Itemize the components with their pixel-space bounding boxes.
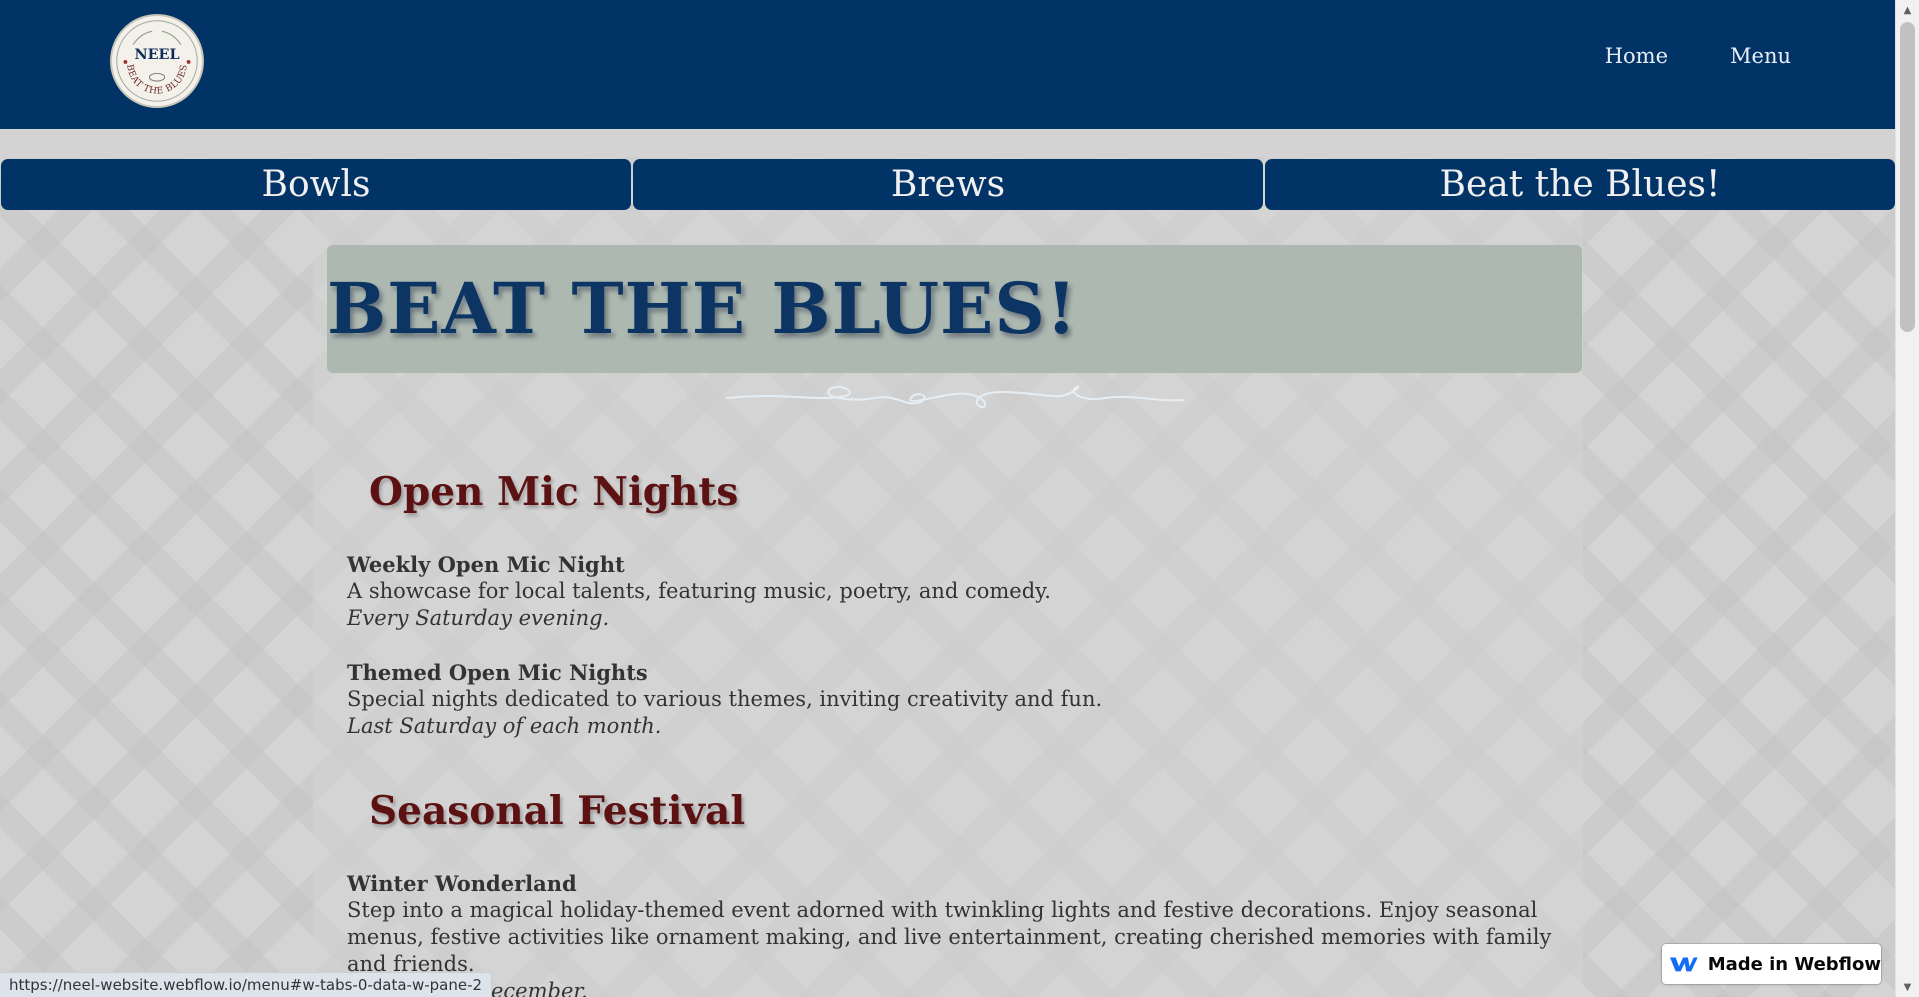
main-nav: Home Menu xyxy=(1605,44,1791,68)
tab-brews[interactable]: Brews xyxy=(633,159,1263,210)
vertical-scrollbar[interactable]: ▲ ▼ xyxy=(1895,0,1919,997)
scrollbar-thumb[interactable] xyxy=(1900,22,1915,332)
menu-tabs: Bowls Brews Beat the Blues! xyxy=(1,159,1895,210)
event-themed-open-mic: Themed Open Mic Nights Special nights de… xyxy=(347,659,1577,740)
event-schedule: Annually in December. xyxy=(347,979,588,997)
tab-beat-the-blues[interactable]: Beat the Blues! xyxy=(1265,159,1895,210)
event-schedule: Every Saturday evening. xyxy=(347,606,610,630)
event-title: Winter Wonderland xyxy=(347,871,577,896)
event-weekly-open-mic: Weekly Open Mic Night A showcase for loc… xyxy=(347,551,1577,632)
nav-link-home[interactable]: Home xyxy=(1605,44,1668,68)
header-spacer xyxy=(0,129,1895,158)
status-bar-url: https://neel-website.webflow.io/menu#w-t… xyxy=(0,972,493,997)
event-winter-wonderland: Winter Wonderland Step into a magical ho… xyxy=(347,870,1567,997)
site-header: NEEL BEAT THE BLUES Home Menu xyxy=(0,0,1895,129)
section-title-open-mic: Open Mic Nights xyxy=(369,469,739,515)
page-title: BEAT THE BLUES! xyxy=(327,267,1078,350)
webflow-logo-icon xyxy=(1670,957,1698,972)
event-title: Weekly Open Mic Night xyxy=(347,552,625,577)
page: NEEL BEAT THE BLUES Home Menu Bowls Brew… xyxy=(0,0,1895,997)
event-description: A showcase for local talents, featuring … xyxy=(347,579,1051,603)
made-in-webflow-badge[interactable]: Made in Webflow xyxy=(1662,944,1881,984)
logo-emblem: NEEL BEAT THE BLUES xyxy=(116,20,198,102)
event-description: Special nights dedicated to various them… xyxy=(347,687,1103,711)
brand-logo[interactable]: NEEL BEAT THE BLUES xyxy=(110,14,204,108)
tab-bowls[interactable]: Bowls xyxy=(1,159,631,210)
event-description: Step into a magical holiday-themed event… xyxy=(347,898,1552,976)
triangle-up-icon[interactable]: ▲ xyxy=(1896,0,1919,20)
event-title: Themed Open Mic Nights xyxy=(347,660,648,685)
flourish-divider xyxy=(726,385,1184,408)
logo-title: NEEL xyxy=(134,47,179,63)
triangle-down-icon[interactable]: ▼ xyxy=(1896,977,1919,997)
section-title-seasonal-festival: Seasonal Festival xyxy=(369,788,746,834)
hero-banner: BEAT THE BLUES! xyxy=(327,245,1582,373)
logo-arc-text: BEAT THE BLUES xyxy=(124,64,189,97)
webflow-badge-label: Made in Webflow xyxy=(1707,953,1881,975)
nav-link-menu[interactable]: Menu xyxy=(1730,44,1791,68)
event-schedule: Last Saturday of each month. xyxy=(347,714,662,738)
svg-text:BEAT THE BLUES: BEAT THE BLUES xyxy=(124,64,190,97)
